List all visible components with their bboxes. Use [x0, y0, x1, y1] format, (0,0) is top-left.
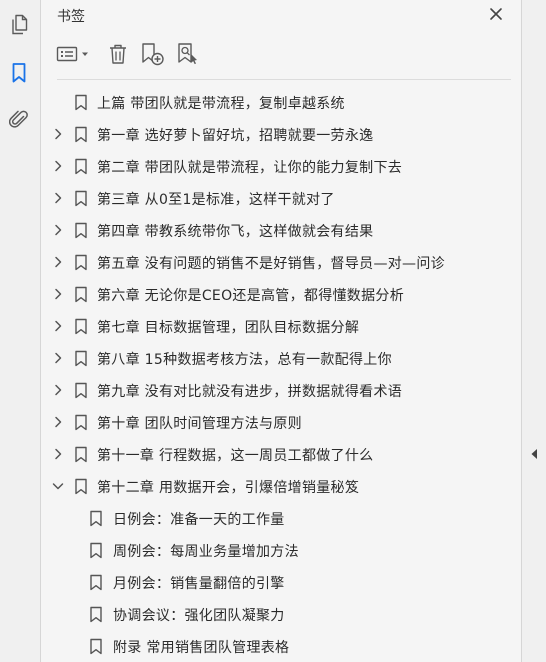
bookmark-item[interactable]: 第三章 从0至1是标准，这样干就对了 [41, 182, 521, 214]
bookmark-label: 第十一章 行程数据，这一周员工都做了什么 [97, 448, 374, 464]
navigation-rail [0, 0, 41, 662]
chevron-right-icon[interactable] [51, 383, 65, 397]
close-panel-button[interactable] [485, 4, 507, 26]
bookmark-label: 日例会：准备一天的工作量 [113, 512, 285, 528]
bookmark-item[interactable]: 第八章 15种数据考核方法，总有一款配得上你 [41, 342, 521, 374]
bookmark-label: 第八章 15种数据考核方法，总有一款配得上你 [97, 352, 392, 368]
chevron-right-icon[interactable] [51, 255, 65, 269]
bookmark-icon [74, 94, 88, 111]
bookmark-icon [74, 286, 88, 303]
bookmark-label: 附录 常用销售团队管理表格 [113, 640, 290, 656]
find-bookmark-icon [176, 42, 202, 70]
bookmark-item[interactable]: 第四章 带教系统带你飞，这样做就会有结果 [41, 214, 521, 246]
bookmark-icon [74, 318, 88, 335]
delete-bookmark-button[interactable] [105, 42, 131, 70]
bookmark-icon [74, 414, 88, 431]
options-menu-button[interactable] [55, 42, 93, 70]
bookmark-item[interactable]: 第九章 没有对比就没有进步，拼数据就得看术语 [41, 374, 521, 406]
bookmark-icon [89, 542, 103, 559]
bookmark-label: 协调会议：强化团队凝聚力 [113, 608, 285, 624]
chevron-right-icon[interactable] [51, 191, 65, 205]
bookmark-item[interactable]: 周例会：每周业务量增加方法 [41, 534, 521, 566]
bookmark-item[interactable]: 第十一章 行程数据，这一周员工都做了什么 [41, 438, 521, 470]
bookmark-item[interactable]: 上篇 带团队就是带流程，复制卓越系统 [41, 86, 521, 118]
page-thumbnails-button[interactable] [4, 12, 34, 42]
bookmark-icon [89, 638, 103, 655]
bookmark-label: 第三章 从0至1是标准，这样干就对了 [97, 192, 335, 208]
bookmark-label: 月例会：销售量翻倍的引擎 [113, 576, 285, 592]
bookmark-item[interactable]: 第一章 选好萝卜留好坑，招聘就要一劳永逸 [41, 118, 521, 150]
bookmark-icon [74, 126, 88, 143]
collapse-panel-icon [530, 445, 538, 459]
bookmark-label: 第六章 无论你是CEO还是高管，都得懂数据分析 [97, 288, 404, 304]
bookmark-item[interactable]: 附录 常用销售团队管理表格 [41, 630, 521, 662]
bookmark-label: 第二章 带团队就是带流程，让你的能力复制下去 [97, 160, 403, 176]
bookmark-tree: 上篇 带团队就是带流程，复制卓越系统第一章 选好萝卜留好坑，招聘就要一劳永逸第二… [41, 86, 521, 662]
chevron-right-icon[interactable] [51, 159, 65, 173]
options-menu-icon [56, 45, 92, 67]
add-bookmark-icon [140, 42, 166, 70]
bookmark-label: 第五章 没有问题的销售不是好销售，督导员—对—问诊 [97, 256, 445, 272]
bookmark-label: 周例会：每周业务量增加方法 [113, 544, 299, 560]
bookmark-item[interactable]: 第二章 带团队就是带流程，让你的能力复制下去 [41, 150, 521, 182]
bookmarks-button[interactable] [4, 60, 34, 90]
bookmark-icon [74, 382, 88, 399]
bookmark-icon [74, 222, 88, 239]
panel-collapse-strip[interactable] [521, 0, 546, 662]
bookmark-label: 第一章 选好萝卜留好坑，招聘就要一劳永逸 [97, 128, 374, 144]
bookmark-icon [74, 254, 88, 271]
toolbar-divider [57, 79, 511, 80]
bookmarks-toolbar [41, 34, 521, 80]
bookmark-item[interactable]: 第六章 无论你是CEO还是高管，都得懂数据分析 [41, 278, 521, 310]
bookmark-item[interactable]: 第七章 目标数据管理，团队目标数据分解 [41, 310, 521, 342]
bookmark-icon [89, 574, 103, 591]
chevron-down-icon[interactable] [51, 479, 65, 493]
panel-title: 书签 [57, 9, 85, 25]
bookmark-icon [74, 478, 88, 495]
find-bookmark-button[interactable] [175, 42, 203, 70]
chevron-right-icon[interactable] [51, 127, 65, 141]
bookmark-icon [89, 510, 103, 527]
bookmark-label: 第十二章 用数据开会，引爆倍增销量秘笈 [97, 480, 360, 496]
bookmark-label: 第十章 团队时间管理方法与原则 [97, 416, 302, 432]
bookmark-label: 第七章 目标数据管理，团队目标数据分解 [97, 320, 360, 336]
bookmark-item[interactable]: 第五章 没有问题的销售不是好销售，督导员—对—问诊 [41, 246, 521, 278]
panel-header: 书签 [41, 0, 521, 32]
bookmarks-panel: 书签 上篇 带团队就是带流程，复制卓越系统 第一章 选好萝卜留好坑，招聘就要一劳… [41, 0, 521, 662]
chevron-right-icon[interactable] [51, 351, 65, 365]
bookmark-item[interactable]: 第十二章 用数据开会，引爆倍增销量秘笈 [41, 470, 521, 502]
bookmark-icon [74, 190, 88, 207]
bookmark-label: 第四章 带教系统带你飞，这样做就会有结果 [97, 224, 374, 240]
bookmark-icon [89, 606, 103, 623]
bookmark-item[interactable]: 协调会议：强化团队凝聚力 [41, 598, 521, 630]
bookmark-item[interactable]: 月例会：销售量翻倍的引擎 [41, 566, 521, 598]
attachments-button[interactable] [4, 106, 34, 136]
bookmark-item[interactable]: 日例会：准备一天的工作量 [41, 502, 521, 534]
chevron-right-icon[interactable] [51, 223, 65, 237]
new-bookmark-button[interactable] [139, 42, 167, 70]
delete-icon [108, 43, 128, 69]
bookmark-icon [11, 62, 27, 88]
bookmark-label: 第九章 没有对比就没有进步，拼数据就得看术语 [97, 384, 403, 400]
chevron-right-icon[interactable] [51, 415, 65, 429]
page-thumbnails-icon [9, 14, 29, 40]
chevron-right-icon[interactable] [51, 447, 65, 461]
chevron-right-icon[interactable] [51, 287, 65, 301]
bookmark-icon [74, 158, 88, 175]
bookmark-icon [74, 446, 88, 463]
attachment-icon [8, 108, 29, 134]
bookmark-label: 上篇 带团队就是带流程，复制卓越系统 [97, 96, 345, 112]
close-icon [489, 6, 503, 25]
chevron-right-icon[interactable] [51, 319, 65, 333]
bookmark-icon [74, 350, 88, 367]
bookmark-item[interactable]: 第十章 团队时间管理方法与原则 [41, 406, 521, 438]
